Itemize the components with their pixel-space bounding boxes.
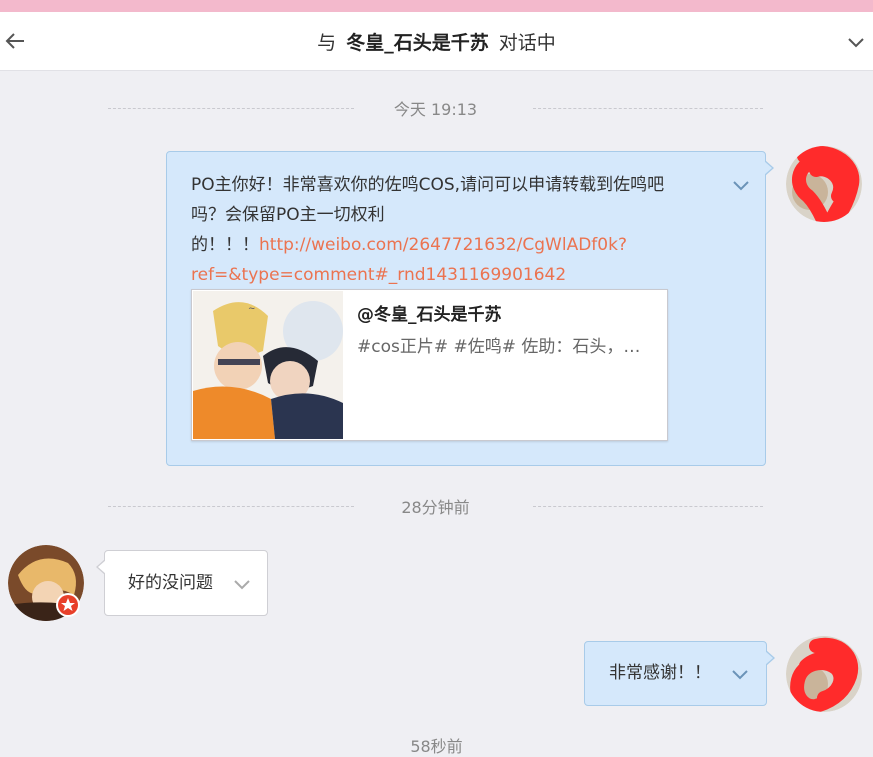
link-preview-card[interactable]: ~ @冬皇_石头是千苏 #cos正片# #佐鸣# 佐助：石头，鸣…: [191, 289, 668, 441]
card-description: #cos正片# #佐鸣# 佐助：石头，鸣…: [357, 337, 657, 357]
chevron-down-icon[interactable]: [732, 180, 750, 192]
timestamp-label: 今天 19:13: [393, 100, 478, 119]
contact-name[interactable]: 冬皇_石头是千苏: [346, 32, 489, 54]
message-link-continued[interactable]: ref=&type=comment#_rnd1431169901642: [191, 260, 711, 290]
chevron-down-icon[interactable]: [731, 669, 749, 681]
card-title: @冬皇_石头是千苏: [357, 305, 502, 325]
vip-star-badge-icon: [56, 593, 80, 617]
chat-header: 与 冬皇_石头是千苏 对话中: [0, 12, 873, 71]
timestamp-label: 28分钟前: [401, 498, 470, 517]
message-link[interactable]: http://weibo.com/2647721632/CgWlADf0k?: [259, 235, 627, 255]
message-bubble-incoming[interactable]: 好的没问题: [96, 550, 268, 616]
message-text: PO主你好！非常喜欢你的佐鸣COS,请问可以申请转载到佐鸣吧 吗？会保留PO主一…: [191, 170, 711, 290]
message-bubble-outgoing[interactable]: 非常感谢！！: [584, 641, 775, 706]
top-color-band: [0, 0, 873, 12]
title-suffix: 对话中: [498, 32, 556, 54]
chevron-down-icon[interactable]: [233, 579, 251, 591]
timestamp-divider: 今天 19:13: [108, 96, 763, 120]
message-text: 非常感谢！！: [609, 663, 711, 683]
svg-text:~: ~: [248, 304, 256, 314]
avatar[interactable]: [786, 146, 862, 222]
avatar[interactable]: [786, 636, 862, 712]
message-text: 好的没问题: [128, 573, 213, 593]
page-title: 与 冬皇_石头是千苏 对话中: [0, 28, 873, 55]
timestamp-label: 58秒前: [410, 737, 463, 756]
preview-thumbnail-image: ~: [193, 291, 343, 439]
chevron-down-icon[interactable]: [846, 34, 866, 50]
message-bubble-outgoing[interactable]: PO主你好！非常喜欢你的佐鸣COS,请问可以申请转载到佐鸣吧 吗？会保留PO主一…: [166, 151, 774, 466]
timestamp-divider: 28分钟前: [108, 494, 763, 518]
title-prefix: 与: [317, 32, 337, 54]
